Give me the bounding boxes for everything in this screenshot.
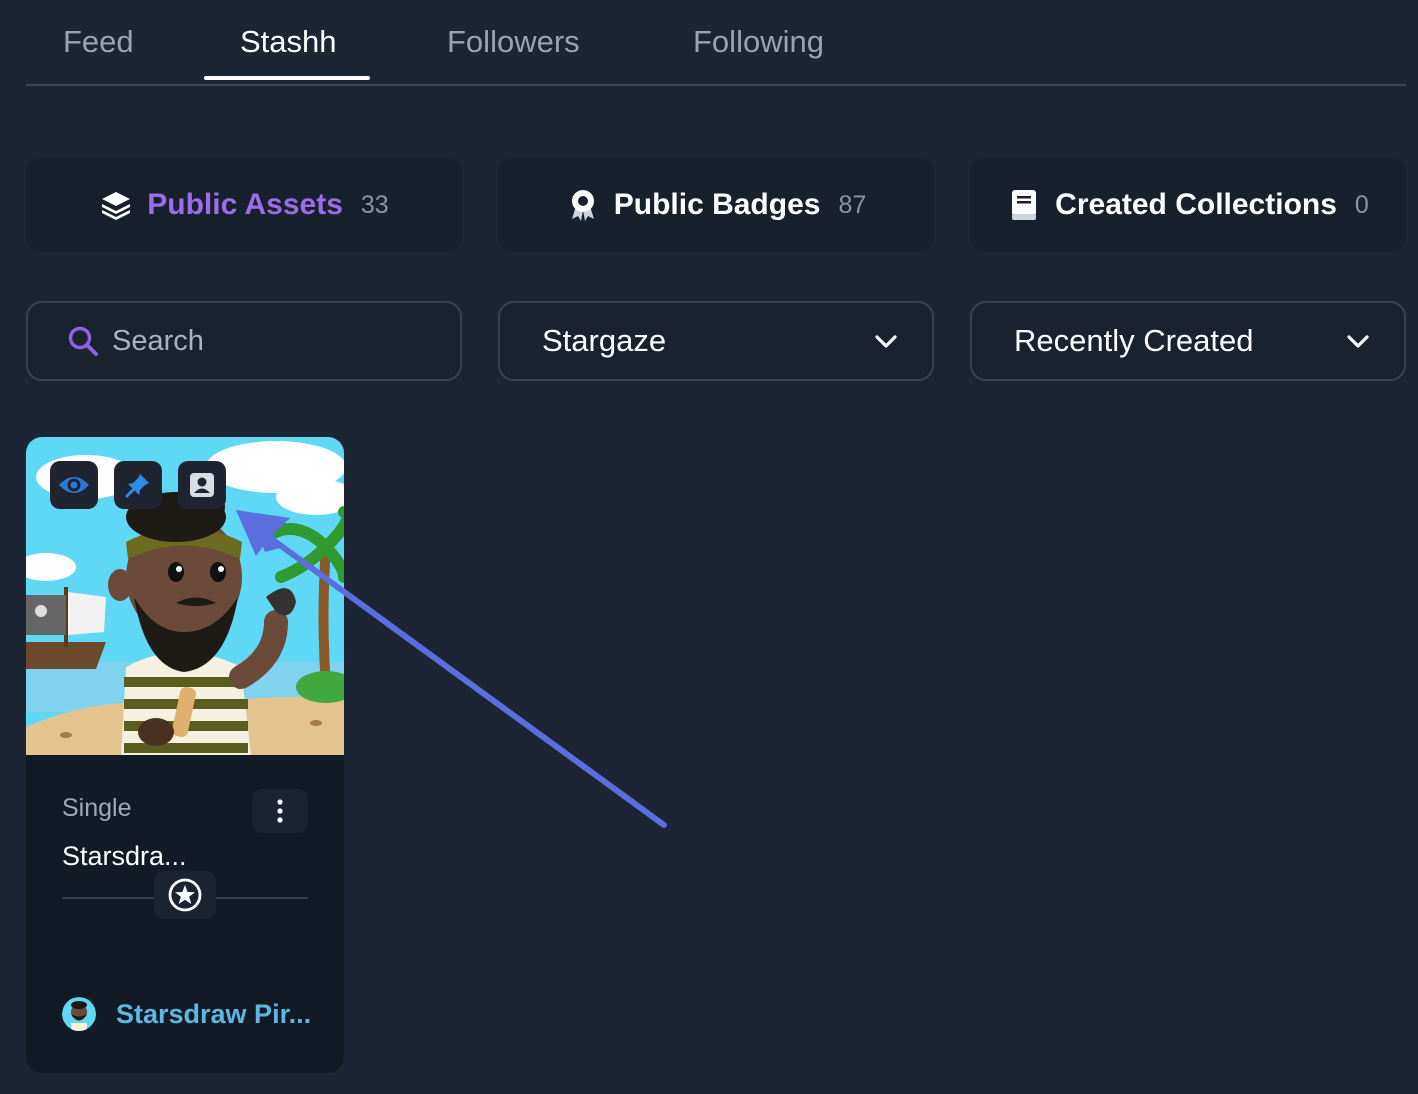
book-icon — [1007, 188, 1041, 222]
creator-link[interactable]: Starsdraw Pir... — [62, 997, 311, 1031]
set-profile-picture-button[interactable] — [178, 461, 226, 509]
more-options-button[interactable] — [252, 789, 308, 833]
profile-tabs: Feed Stashh Followers Following — [26, 0, 1406, 86]
created-collections-count: 0 — [1354, 190, 1369, 219]
profile-page: Feed Stashh Followers Following Public A… — [0, 0, 1418, 1094]
creator-avatar — [62, 997, 96, 1031]
badge-icon — [566, 188, 600, 222]
public-badges-label: Public Badges — [613, 188, 821, 221]
created-collections-button[interactable]: Created Collections 0 — [970, 158, 1406, 252]
tab-following[interactable]: Following — [693, 24, 824, 60]
asset-card[interactable]: Single Starsdra... Starsdraw Pir... — [26, 437, 344, 1073]
public-assets-button[interactable]: Public Assets 33 — [26, 158, 462, 252]
asset-title[interactable]: Starsdra... — [62, 841, 187, 872]
active-tab-indicator — [204, 76, 370, 80]
tab-stashh[interactable]: Stashh — [240, 24, 337, 60]
search-box[interactable] — [26, 301, 462, 381]
public-badges-count: 87 — [838, 190, 867, 219]
visibility-toggle-button[interactable] — [50, 461, 98, 509]
chevron-down-icon — [875, 335, 897, 348]
tab-followers[interactable]: Followers — [447, 24, 580, 60]
pin-button[interactable] — [114, 461, 162, 509]
public-badges-button[interactable]: Public Badges 87 — [498, 158, 934, 252]
public-assets-label: Public Assets — [147, 188, 343, 221]
search-input[interactable] — [112, 324, 442, 358]
public-assets-count: 33 — [360, 190, 389, 219]
chevron-down-icon — [1347, 335, 1369, 348]
more-vertical-icon — [277, 799, 283, 823]
pin-icon — [125, 474, 149, 498]
sort-select[interactable]: Recently Created — [970, 301, 1406, 381]
stargaze-chain-badge — [154, 871, 216, 919]
eye-icon — [59, 477, 89, 493]
profile-icon — [190, 473, 214, 497]
created-collections-label: Created Collections — [1055, 188, 1337, 221]
chain-select[interactable]: Stargaze — [498, 301, 934, 381]
stargaze-star-icon — [168, 878, 202, 912]
layers-icon — [99, 188, 133, 222]
search-icon — [68, 326, 98, 356]
chain-select-value: Stargaze — [542, 323, 667, 358]
asset-type-label: Single — [62, 794, 132, 822]
tab-feed[interactable]: Feed — [63, 24, 134, 60]
sort-select-value: Recently Created — [1014, 323, 1254, 358]
creator-name: Starsdraw Pir... — [116, 998, 312, 1029]
